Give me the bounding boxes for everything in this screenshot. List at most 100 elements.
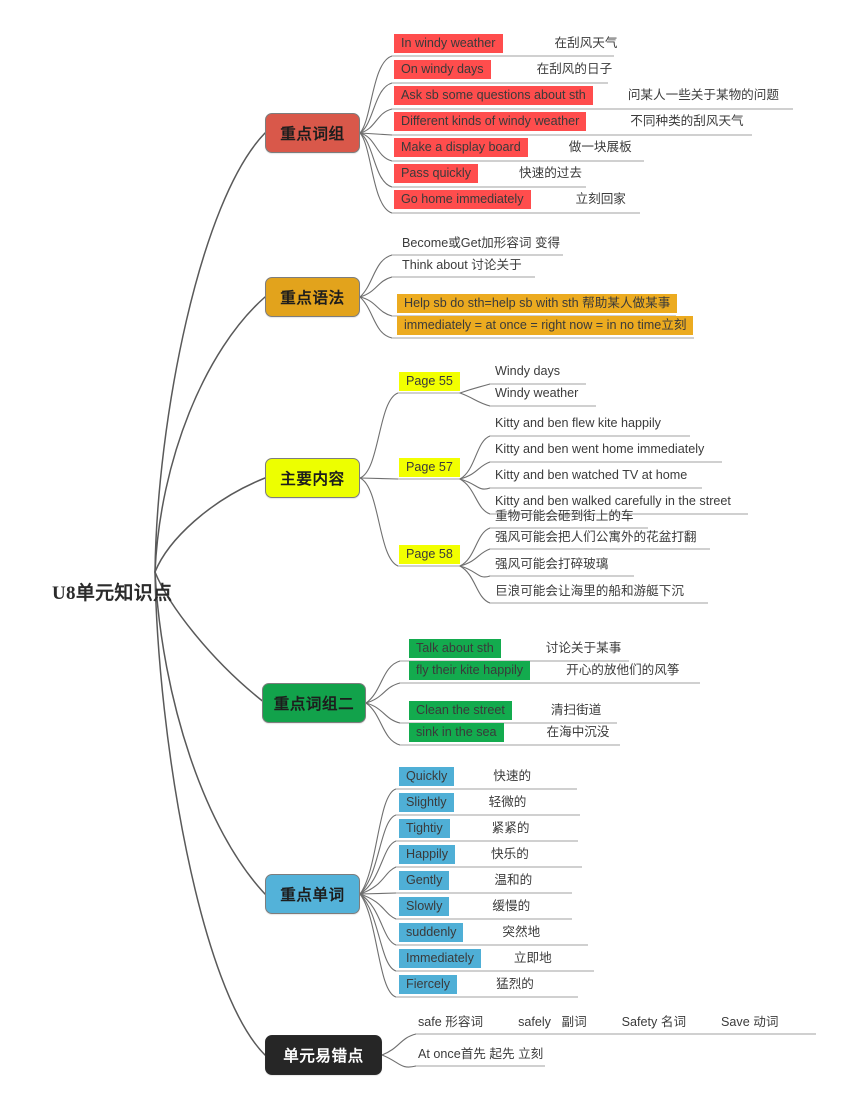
leaf-en: Tightiy [399, 819, 450, 839]
leaf-row[interactable]: Go home immediately 立刻回家 [394, 190, 629, 210]
leaf-en: Kitty and ben flew kite happily [495, 416, 661, 430]
leaf-cn: 问某人一些关于某物的问题 [627, 88, 779, 102]
leaf-en: Windy weather [495, 386, 579, 400]
leaf-row[interactable]: Windy weather [493, 384, 580, 403]
leaf-row[interactable]: Tightiy 紧紧的 [399, 819, 532, 839]
leaf-row[interactable]: On windy days 在刮风的日子 [394, 60, 615, 80]
topic-node-error-prone[interactable]: 单元易错点 [265, 1035, 382, 1075]
page-chip-58[interactable]: Page 58 [399, 545, 460, 564]
leaf-row[interactable]: Ask sb some questions about sth 问某人一些关于某… [394, 86, 782, 106]
topic-node-main-content[interactable]: 主要内容 [265, 458, 360, 498]
leaf-row[interactable]: 强风可能会打碎玻璃 [493, 555, 610, 574]
page-chip-57[interactable]: Page 57 [399, 458, 460, 477]
leaf-en: Gently [399, 871, 450, 891]
leaf-cn: 立即地 [513, 951, 552, 965]
leaf-en: Quickly [399, 767, 455, 787]
leaf-row[interactable]: Gently 温和的 [399, 871, 535, 891]
leaf-en: safe 形容词 safely 副词 Safety 名词 Save 动词 [418, 1015, 779, 1029]
leaf-row[interactable]: Kitty and ben went home immediately [493, 440, 706, 459]
leaf-row[interactable]: Become或Get加形容词 变得 [400, 234, 562, 253]
leaf-row[interactable]: At once首先 起先 立刻 [416, 1045, 545, 1064]
leaf-en: 强风可能会把人们公寓外的花盆打翻 [495, 530, 697, 544]
leaf-en: Become或Get加形容词 变得 [402, 236, 561, 250]
leaf-row[interactable]: In windy weather 在刮风天气 [394, 34, 620, 54]
leaf-cn: 快速的 [493, 769, 532, 783]
leaf-cn: 突然地 [502, 925, 541, 939]
leaf-row[interactable]: Fiercely 猛烈的 [399, 975, 537, 995]
leaf-row[interactable]: suddenly 突然地 [399, 923, 543, 943]
leaf-en: Kitty and ben watched TV at home [495, 468, 688, 482]
leaf-row[interactable]: Slightly 轻微的 [399, 793, 529, 813]
leaf-cn: 不同种类的刮风天气 [630, 114, 744, 128]
leaf-en: Fiercely [399, 975, 458, 995]
topic-node-key-phrases-2[interactable]: 重点词组二 [262, 683, 366, 723]
leaf-row[interactable]: 重物可能会砸到街上的车 [493, 507, 636, 526]
topic-node-key-grammar[interactable]: 重点语法 [265, 277, 360, 317]
leaf-row[interactable]: immediately = at once = right now = in n… [397, 316, 694, 336]
leaf-cn: 紧紧的 [491, 821, 530, 835]
leaf-row[interactable]: Quickly 快速的 [399, 767, 534, 787]
leaf-row[interactable]: 巨浪可能会让海里的船和游艇下沉 [493, 582, 686, 601]
topic-label: 重点单词 [280, 887, 345, 904]
mindmap-canvas: U8单元知识点 重点词组 重点语法 主要内容 重点词组二 重点单词 单元易错点 … [0, 0, 860, 1111]
leaf-row[interactable]: Windy days [493, 362, 562, 381]
leaf-row[interactable]: Clean the street 清扫街道 [409, 701, 604, 721]
leaf-en: 强风可能会打碎玻璃 [495, 557, 609, 571]
leaf-cn: 温和的 [494, 873, 533, 887]
leaf-en: Windy days [495, 364, 561, 378]
leaf-cn: 立刻回家 [575, 192, 626, 206]
leaf-row[interactable]: Slowly 缓慢的 [399, 897, 533, 917]
leaf-en: In windy weather [394, 34, 503, 54]
leaf-row[interactable]: Pass quickly 快速的过去 [394, 164, 585, 184]
topic-label: 重点词组二 [273, 696, 355, 713]
topic-label: 重点语法 [280, 290, 345, 307]
leaf-row[interactable]: Help sb do sth=help sb with sth 帮助某人做某事 [397, 294, 678, 314]
topic-label: 单元易错点 [283, 1048, 364, 1065]
topic-node-key-phrases[interactable]: 重点词组 [265, 113, 360, 153]
leaf-cn: 快乐的 [491, 847, 529, 861]
leaf-row[interactable]: 强风可能会把人们公寓外的花盆打翻 [493, 528, 699, 547]
leaf-row[interactable]: Make a display board 做一块展板 [394, 138, 635, 158]
leaf-row[interactable]: Talk about sth 讨论关于某事 [409, 639, 624, 659]
leaf-en: 巨浪可能会让海里的船和游艇下沉 [495, 584, 684, 598]
leaf-en: suddenly [399, 923, 464, 943]
leaf-row[interactable]: Kitty and ben flew kite happily [493, 414, 663, 433]
leaf-cn: 快速的过去 [519, 166, 582, 180]
leaf-en: 重物可能会砸到街上的车 [495, 509, 634, 523]
leaf-cn: 轻微的 [488, 795, 527, 809]
leaf-cn: 做一块展板 [568, 140, 632, 154]
root-title[interactable]: U8单元知识点 [52, 578, 172, 605]
leaf-row[interactable]: sink in the sea 在海中沉没 [409, 723, 612, 743]
leaf-en: Make a display board [394, 138, 528, 158]
topic-label: 主要内容 [280, 471, 345, 488]
leaf-cn: 讨论关于某事 [545, 641, 622, 655]
leaf-en: Ask sb some questions about sth [394, 86, 593, 106]
page-chip-55[interactable]: Page 55 [399, 372, 460, 391]
leaf-cn: 猛烈的 [496, 977, 534, 991]
leaf-cn: 开心的放他们的风筝 [566, 663, 680, 677]
leaf-row[interactable]: fly their kite happily 开心的放他们的风筝 [409, 661, 682, 681]
leaf-en: Clean the street [409, 701, 512, 721]
leaf-en: Immediately [399, 949, 481, 969]
leaf-cn: 缓慢的 [492, 899, 531, 913]
topic-label: 重点词组 [280, 126, 345, 143]
leaf-en: Think about 讨论关于 [402, 258, 522, 272]
leaf-en: Happily [399, 845, 455, 865]
leaf-en: Kitty and ben went home immediately [495, 442, 705, 456]
leaf-row[interactable]: safe 形容词 safely 副词 Safety 名词 Save 动词 [416, 1013, 780, 1032]
leaf-row[interactable]: Immediately 立即地 [399, 949, 555, 969]
leaf-en: Slightly [399, 793, 454, 813]
leaf-en: Go home immediately [394, 190, 531, 210]
topic-node-key-words[interactable]: 重点单词 [265, 874, 360, 914]
leaf-en: Help sb do sth=help sb with sth 帮助某人做某事 [397, 294, 678, 314]
leaf-row[interactable]: Kitty and ben watched TV at home [493, 466, 689, 485]
leaf-en: On windy days [394, 60, 491, 80]
leaf-en: Pass quickly [394, 164, 478, 184]
leaf-row[interactable]: Think about 讨论关于 [400, 256, 524, 275]
leaf-row[interactable]: Different kinds of windy weather 不同种类的刮风… [394, 112, 747, 132]
leaf-row[interactable]: Happily 快乐的 [399, 845, 532, 865]
leaf-en: immediately = at once = right now = in n… [397, 316, 694, 336]
leaf-cn: 清扫街道 [550, 703, 602, 717]
leaf-en: Different kinds of windy weather [394, 112, 587, 132]
leaf-cn: 在海中沉没 [546, 725, 610, 739]
